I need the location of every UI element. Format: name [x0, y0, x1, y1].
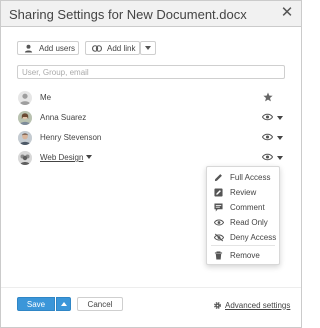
add-link-button[interactable]: Add link — [85, 41, 140, 55]
title-bar: Sharing Settings for New Document.docx ✕ — [1, 1, 301, 27]
group-name-link[interactable]: Web Design — [40, 153, 83, 162]
user-name: Henry Stevenson — [40, 133, 102, 142]
menu-item-label: Read Only — [230, 218, 268, 227]
footer-divider — [1, 287, 301, 288]
user-name: Me — [40, 93, 52, 102]
search-input[interactable] — [17, 65, 285, 79]
add-users-button[interactable]: Add users — [17, 41, 79, 55]
review-icon — [214, 188, 223, 197]
close-button[interactable]: ✕ — [279, 5, 295, 21]
menu-item-label: Remove — [230, 251, 260, 260]
advanced-settings-label: Advanced settings — [225, 300, 291, 310]
eye-icon[interactable] — [262, 153, 273, 161]
avatar — [18, 131, 32, 145]
menu-item-comment[interactable]: Comment — [207, 201, 279, 215]
avatar — [18, 111, 32, 125]
avatar — [18, 91, 32, 105]
comment-icon — [214, 203, 223, 212]
star-icon — [263, 92, 273, 102]
eye-icon[interactable] — [262, 113, 273, 121]
caret-down-icon — [145, 46, 151, 50]
user-row-henry-stevenson: Henry Stevenson — [17, 129, 285, 147]
user-row-me: Me — [17, 89, 285, 107]
add-users-label: Add users — [39, 43, 76, 53]
dialog-title: Sharing Settings for New Document.docx — [9, 7, 247, 22]
menu-item-label: Review — [230, 188, 257, 197]
advanced-settings-link[interactable]: Advanced settings — [213, 299, 290, 311]
eye-slash-icon — [214, 233, 224, 242]
menu-item-read-only[interactable]: Read Only — [207, 216, 279, 230]
eye-icon[interactable] — [262, 133, 273, 141]
access-dropdown-caret[interactable] — [277, 136, 283, 140]
caret-up-icon — [60, 302, 67, 306]
user-row-web-design: Web Design — [17, 149, 285, 167]
access-dropdown-caret[interactable] — [277, 116, 283, 120]
user-name: Anna Suarez — [40, 113, 87, 122]
menu-item-label: Full Access — [230, 173, 271, 182]
access-rights-menu: Full Access Review Comment Read Only Den… — [206, 166, 280, 265]
cancel-button[interactable]: Cancel — [77, 297, 123, 311]
menu-item-label: Comment — [230, 203, 265, 212]
menu-item-remove[interactable]: Remove — [207, 249, 279, 263]
add-link-label: Add link — [107, 43, 136, 53]
add-link-dropdown-button[interactable] — [140, 41, 156, 55]
user-row-anna-suarez: Anna Suarez — [17, 109, 285, 127]
pencil-icon — [214, 174, 222, 182]
gear-icon — [214, 301, 221, 309]
user-icon — [24, 44, 33, 53]
menu-item-deny-access[interactable]: Deny Access — [207, 231, 279, 245]
group-avatar — [18, 151, 32, 165]
cancel-label: Cancel — [87, 299, 113, 309]
menu-item-review[interactable]: Review — [207, 186, 279, 200]
trash-icon — [214, 251, 223, 260]
group-expand-caret[interactable] — [86, 155, 92, 159]
menu-item-label: Deny Access — [230, 233, 277, 242]
menu-item-full-access[interactable]: Full Access — [207, 171, 279, 185]
sharing-settings-dialog: Sharing Settings for New Document.docx ✕… — [0, 0, 302, 328]
eye-icon — [214, 219, 224, 226]
save-label: Save — [26, 299, 46, 309]
access-dropdown-caret[interactable] — [277, 156, 283, 160]
link-icon — [92, 44, 102, 52]
save-options-button[interactable] — [56, 297, 71, 311]
save-button[interactable]: Save — [17, 297, 55, 311]
menu-divider — [211, 245, 275, 246]
